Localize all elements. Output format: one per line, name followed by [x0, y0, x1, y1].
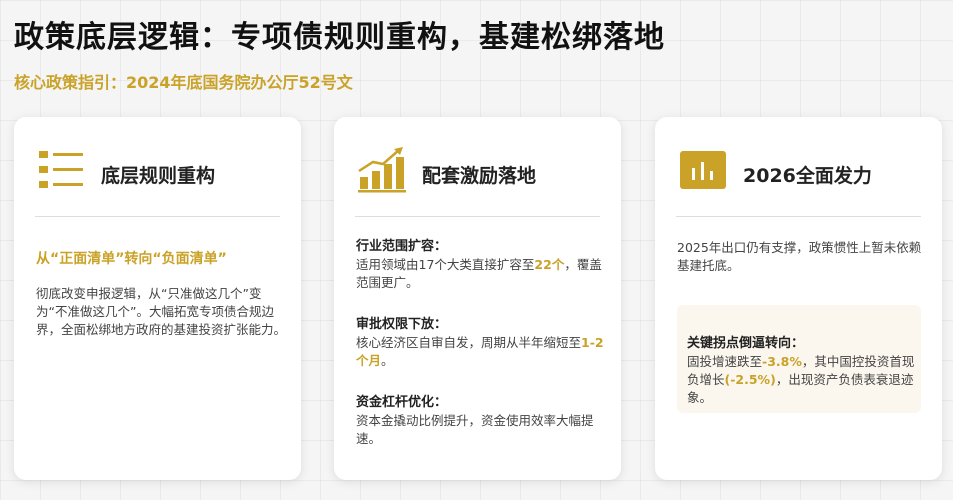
item-title: 资金杠杆优化： — [356, 395, 448, 410]
list-item: 行业范围扩容： 适用领域由17个大类直接扩容至22个，覆盖范围更广。 — [356, 238, 606, 292]
page-subtitle: 核心政策指引：2024年底国务院办公厅52号文 — [14, 73, 353, 92]
divider — [35, 216, 280, 217]
item-text: 适用领域由17个大类直接扩容至22个，覆盖范围更广。 — [356, 257, 602, 290]
list-icon — [39, 151, 83, 188]
callout-box: 关键拐点倒逼转向： 固投增速跌至-3.8%，其中国控投资首现负增长(-2.5%)… — [677, 305, 921, 413]
callout-text: 固投增速跌至-3.8%，其中国控投资首现负增长(-2.5%)，出现资产负债表衰退… — [687, 354, 915, 405]
highlight-value: 22个 — [534, 257, 565, 272]
list-item: 资金杠杆优化： 资本金撬动比例提升，资金使用效率大幅提速。 — [356, 394, 606, 448]
card-header: 2026全面发力 — [655, 117, 942, 216]
callout-title: 关键拐点倒逼转向： — [687, 336, 805, 351]
list-item: 审批权限下放： 核心经济区自审自发，周期从半年缩短至1-2个月。 — [356, 316, 606, 370]
bar-chart-icon — [680, 151, 726, 189]
highlight-value: -3.8% — [762, 354, 802, 369]
item-text: 核心经济区自审自发，周期从半年缩短至1-2个月。 — [356, 335, 604, 368]
card-incentives: 配套激励落地 行业范围扩容： 适用领域由17个大类直接扩容至22个，覆盖范围更广… — [334, 117, 621, 480]
item-text: 资本金撬动比例提升，资金使用效率大幅提速。 — [356, 413, 594, 446]
card-body: 2025年出口仍有支撑，政策惯性上暂未依赖基建托底。 — [677, 240, 922, 273]
card-header: 底层规则重构 — [14, 117, 301, 216]
card-title: 2026全面发力 — [743, 165, 872, 187]
growth-chart-icon — [358, 147, 406, 193]
highlight-value: (-2.5%) — [724, 372, 776, 387]
card-lead: 从“正面清单”转向“负面清单” — [36, 251, 227, 267]
card-title: 底层规则重构 — [101, 165, 216, 187]
card-rule-restructure: 底层规则重构 从“正面清单”转向“负面清单” 彻底改变申报逻辑，从“只准做这几个… — [14, 117, 301, 480]
card-body: 彻底改变申报逻辑，从“只准做这几个”变为“不准做这几个”。大幅拓宽专项债合规边界… — [36, 286, 287, 337]
page-title: 政策底层逻辑：专项债规则重构，基建松绑落地 — [14, 20, 665, 55]
divider — [355, 216, 600, 217]
item-title: 审批权限下放： — [356, 317, 448, 332]
card-2026-push: 2026全面发力 2025年出口仍有支撑，政策惯性上暂未依赖基建托底。 关键拐点… — [655, 117, 942, 480]
item-title: 行业范围扩容： — [356, 239, 448, 254]
divider — [676, 216, 921, 217]
card-header: 配套激励落地 — [334, 117, 621, 216]
card-title: 配套激励落地 — [422, 165, 537, 187]
